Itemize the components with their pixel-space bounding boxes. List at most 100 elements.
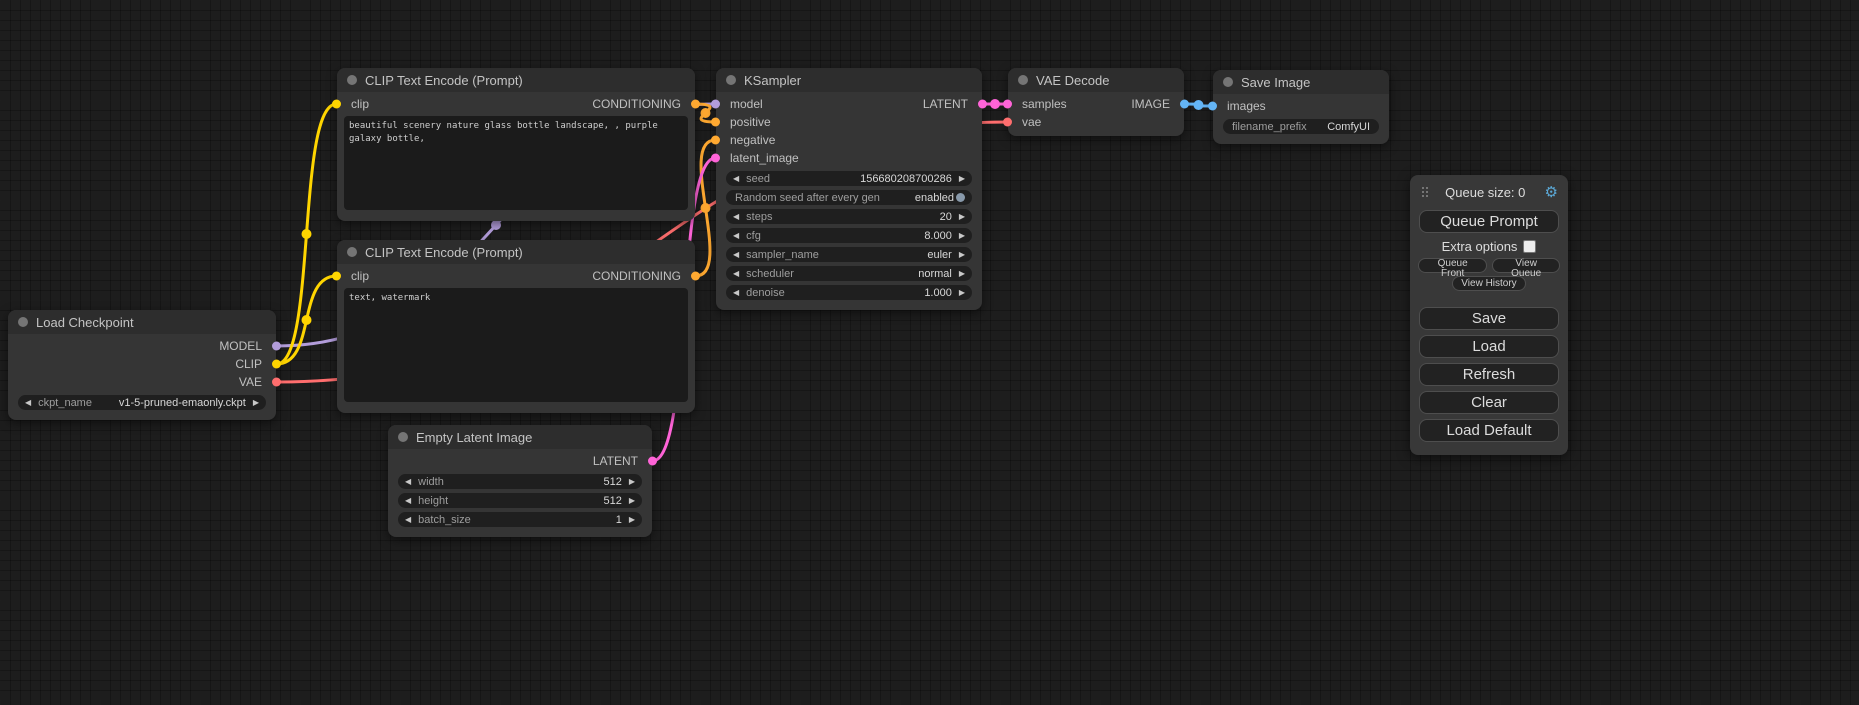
refresh-button[interactable]: Refresh bbox=[1419, 363, 1559, 386]
arrow-left-icon[interactable]: ◀ bbox=[405, 497, 411, 505]
prompt-textarea[interactable]: text, watermark bbox=[344, 288, 688, 402]
node-header[interactable]: KSampler bbox=[716, 68, 982, 92]
node-save-image[interactable]: Save Image images filename_prefix ComfyU… bbox=[1213, 70, 1389, 144]
output-label-clip: CLIP bbox=[235, 357, 262, 371]
node-header[interactable]: Save Image bbox=[1213, 70, 1389, 94]
toggle-dot-icon[interactable] bbox=[956, 193, 965, 202]
widget-sampler-name[interactable]: ◀ sampler_name euler ▶ bbox=[726, 247, 972, 262]
widget-name: batch_size bbox=[418, 514, 471, 526]
load-button[interactable]: Load bbox=[1419, 335, 1559, 358]
widget-steps[interactable]: ◀ steps 20 ▶ bbox=[726, 209, 972, 224]
output-label-model: MODEL bbox=[219, 339, 262, 353]
node-header[interactable]: CLIP Text Encode (Prompt) bbox=[337, 68, 695, 92]
node-title: Load Checkpoint bbox=[36, 315, 134, 330]
arrow-left-icon[interactable]: ◀ bbox=[405, 516, 411, 524]
collapse-dot-icon[interactable] bbox=[1018, 75, 1028, 85]
queue-front-button[interactable]: Queue Front bbox=[1418, 258, 1487, 273]
samples-input-port[interactable] bbox=[1003, 100, 1012, 109]
latent-output-port[interactable] bbox=[978, 100, 987, 109]
clip-input-port[interactable] bbox=[332, 272, 341, 281]
widget-ckpt-name[interactable]: ◀ ckpt_name v1-5-pruned-emaonly.ckpt ▶ bbox=[18, 395, 266, 410]
clip-output-port[interactable] bbox=[272, 360, 281, 369]
positive-input-port[interactable] bbox=[711, 118, 720, 127]
model-output-port[interactable] bbox=[272, 342, 281, 351]
arrow-right-icon[interactable]: ▶ bbox=[629, 497, 635, 505]
widget-denoise[interactable]: ◀ denoise 1.000 ▶ bbox=[726, 285, 972, 300]
input-label-clip: clip bbox=[351, 97, 369, 111]
vae-input-port[interactable] bbox=[1003, 118, 1012, 127]
vae-output-port[interactable] bbox=[272, 378, 281, 387]
node-clip-text-encode-positive[interactable]: CLIP Text Encode (Prompt) clip CONDITION… bbox=[337, 68, 695, 221]
settings-gear-icon[interactable]: ⚙ bbox=[1545, 183, 1558, 201]
input-label-model: model bbox=[730, 97, 763, 111]
model-input-port[interactable] bbox=[711, 100, 720, 109]
arrow-left-icon[interactable]: ◀ bbox=[733, 232, 739, 240]
extra-options-checkbox[interactable] bbox=[1523, 240, 1536, 253]
widget-name: ckpt_name bbox=[38, 397, 92, 409]
view-queue-button[interactable]: View Queue bbox=[1492, 258, 1560, 273]
node-ksampler[interactable]: KSampler model LATENT positive negative bbox=[716, 68, 982, 310]
clip-input-port[interactable] bbox=[332, 100, 341, 109]
node-header[interactable]: Load Checkpoint bbox=[8, 310, 276, 334]
arrow-left-icon[interactable]: ◀ bbox=[25, 399, 31, 407]
extra-options-label: Extra options bbox=[1442, 239, 1518, 254]
collapse-dot-icon[interactable] bbox=[347, 247, 357, 257]
input-label-clip: clip bbox=[351, 269, 369, 283]
arrow-right-icon[interactable]: ▶ bbox=[629, 478, 635, 486]
load-default-button[interactable]: Load Default bbox=[1419, 419, 1559, 442]
latent-output-port[interactable] bbox=[648, 457, 657, 466]
images-input-port[interactable] bbox=[1208, 102, 1217, 111]
conditioning-output-port[interactable] bbox=[691, 272, 700, 281]
node-header[interactable]: VAE Decode bbox=[1008, 68, 1184, 92]
widget-seed[interactable]: ◀ seed 156680208700286 ▶ bbox=[726, 171, 972, 186]
collapse-dot-icon[interactable] bbox=[347, 75, 357, 85]
widget-height[interactable]: ◀ height 512 ▶ bbox=[398, 493, 642, 508]
arrow-left-icon[interactable]: ◀ bbox=[733, 213, 739, 221]
arrow-right-icon[interactable]: ▶ bbox=[959, 270, 965, 278]
widget-value: 512 bbox=[603, 476, 621, 488]
widget-cfg[interactable]: ◀ cfg 8.000 ▶ bbox=[726, 228, 972, 243]
arrow-left-icon[interactable]: ◀ bbox=[733, 251, 739, 259]
widget-random-seed-toggle[interactable]: Random seed after every gen enabled bbox=[726, 190, 972, 205]
view-history-button[interactable]: View History bbox=[1452, 276, 1525, 291]
node-clip-text-encode-negative[interactable]: CLIP Text Encode (Prompt) clip CONDITION… bbox=[337, 240, 695, 413]
node-header[interactable]: CLIP Text Encode (Prompt) bbox=[337, 240, 695, 264]
node-empty-latent-image[interactable]: Empty Latent Image LATENT ◀ width 512 ▶ … bbox=[388, 425, 652, 537]
queue-prompt-button[interactable]: Queue Prompt bbox=[1419, 210, 1559, 233]
collapse-dot-icon[interactable] bbox=[398, 432, 408, 442]
arrow-right-icon[interactable]: ▶ bbox=[959, 251, 965, 259]
conditioning-output-port[interactable] bbox=[691, 100, 700, 109]
arrow-left-icon[interactable]: ◀ bbox=[733, 270, 739, 278]
arrow-right-icon[interactable]: ▶ bbox=[253, 399, 259, 407]
collapse-dot-icon[interactable] bbox=[18, 317, 28, 327]
negative-input-port[interactable] bbox=[711, 136, 720, 145]
collapse-dot-icon[interactable] bbox=[1223, 77, 1233, 87]
widget-filename-prefix[interactable]: filename_prefix ComfyUI bbox=[1223, 119, 1379, 134]
widget-value: v1-5-pruned-emaonly.ckpt bbox=[119, 397, 246, 409]
comfy-menu-panel[interactable]: Queue size: 0 ⚙ Queue Prompt Extra optio… bbox=[1410, 175, 1568, 455]
arrow-right-icon[interactable]: ▶ bbox=[959, 175, 965, 183]
arrow-right-icon[interactable]: ▶ bbox=[959, 213, 965, 221]
node-header[interactable]: Empty Latent Image bbox=[388, 425, 652, 449]
arrow-right-icon[interactable]: ▶ bbox=[629, 516, 635, 524]
prompt-textarea[interactable]: beautiful scenery nature glass bottle la… bbox=[344, 116, 688, 210]
widget-scheduler[interactable]: ◀ scheduler normal ▶ bbox=[726, 266, 972, 281]
widget-batch-size[interactable]: ◀ batch_size 1 ▶ bbox=[398, 512, 642, 527]
latent-image-input-port[interactable] bbox=[711, 154, 720, 163]
node-title: KSampler bbox=[744, 73, 801, 88]
node-load-checkpoint[interactable]: Load Checkpoint MODEL CLIP VAE ◀ bbox=[8, 310, 276, 420]
save-button[interactable]: Save bbox=[1419, 307, 1559, 330]
arrow-right-icon[interactable]: ▶ bbox=[959, 289, 965, 297]
input-label-images: images bbox=[1227, 99, 1266, 113]
collapse-dot-icon[interactable] bbox=[726, 75, 736, 85]
clear-button[interactable]: Clear bbox=[1419, 391, 1559, 414]
arrow-left-icon[interactable]: ◀ bbox=[405, 478, 411, 486]
arrow-right-icon[interactable]: ▶ bbox=[959, 232, 965, 240]
image-output-port[interactable] bbox=[1180, 100, 1189, 109]
arrow-left-icon[interactable]: ◀ bbox=[733, 175, 739, 183]
drag-handle-icon[interactable] bbox=[1422, 187, 1424, 189]
widget-name: filename_prefix bbox=[1232, 121, 1307, 133]
node-vae-decode[interactable]: VAE Decode samples IMAGE vae bbox=[1008, 68, 1184, 136]
arrow-left-icon[interactable]: ◀ bbox=[733, 289, 739, 297]
widget-width[interactable]: ◀ width 512 ▶ bbox=[398, 474, 642, 489]
